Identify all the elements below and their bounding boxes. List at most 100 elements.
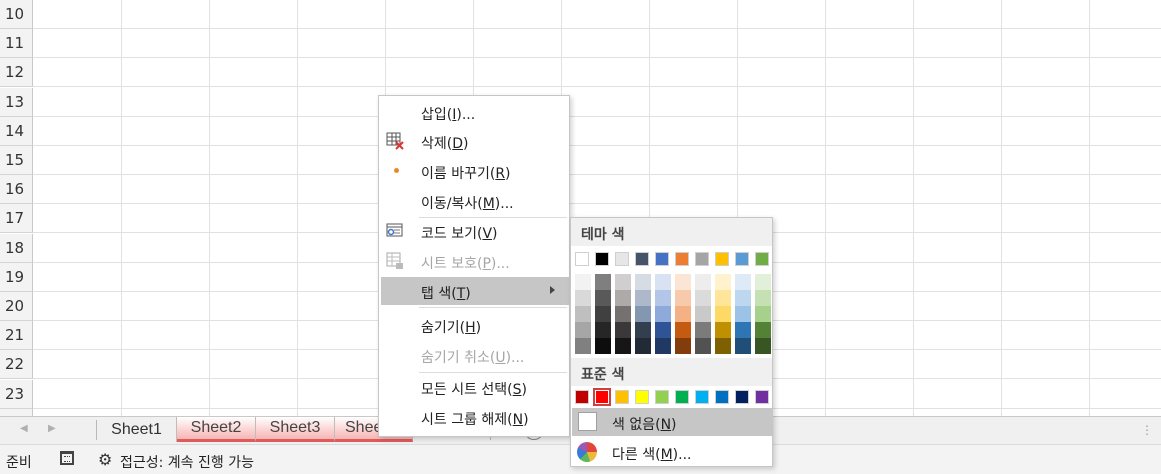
theme-color-swatch[interactable]	[755, 290, 771, 306]
sheet-tab[interactable]: Sheet2	[177, 417, 256, 442]
theme-color-swatch[interactable]	[695, 274, 711, 290]
theme-color-swatch[interactable]	[615, 338, 631, 354]
theme-color-swatch[interactable]	[575, 274, 591, 290]
theme-color-swatch[interactable]	[615, 322, 631, 338]
theme-color-swatch[interactable]	[595, 274, 611, 290]
standard-color-swatch[interactable]	[675, 390, 689, 404]
menu-item-ungroup-sheets[interactable]: 시트 그룹 해제(N)	[381, 403, 569, 431]
menu-item-hide[interactable]: 숨기기(H)	[381, 311, 569, 339]
menu-item-select-all-sheets[interactable]: 모든 시트 선택(S)	[381, 373, 569, 401]
more-colors-button[interactable]: 다른 색(M)...	[572, 438, 772, 466]
theme-color-swatch[interactable]	[715, 322, 731, 338]
theme-color-swatch[interactable]	[595, 306, 611, 322]
standard-color-swatch[interactable]	[655, 390, 669, 404]
standard-color-swatch[interactable]	[755, 390, 769, 404]
theme-color-swatch[interactable]	[655, 290, 671, 306]
theme-color-swatch[interactable]	[655, 338, 671, 354]
menu-item-rename[interactable]: 이름 바꾸기(R)	[381, 157, 569, 185]
theme-color-swatch[interactable]	[675, 274, 691, 290]
row-header[interactable]: 14	[0, 117, 33, 146]
row-header[interactable]: 24	[0, 409, 33, 416]
accessibility-icon[interactable]: ⚙	[98, 450, 112, 469]
theme-color-swatch[interactable]	[595, 322, 611, 338]
theme-color-swatch[interactable]	[615, 252, 629, 266]
theme-color-swatch[interactable]	[715, 338, 731, 354]
theme-color-swatch[interactable]	[715, 306, 731, 322]
standard-color-swatch[interactable]	[575, 390, 589, 404]
theme-color-swatch[interactable]	[655, 306, 671, 322]
theme-color-swatch[interactable]	[615, 306, 631, 322]
theme-color-swatch[interactable]	[695, 338, 711, 354]
menu-item-delete[interactable]: 삭제(D)	[381, 127, 569, 155]
theme-color-swatch[interactable]	[715, 252, 729, 266]
theme-color-swatch[interactable]	[635, 306, 651, 322]
theme-color-swatch[interactable]	[595, 252, 609, 266]
theme-color-swatch[interactable]	[595, 338, 611, 354]
row-header[interactable]: 17	[0, 204, 33, 233]
theme-color-swatch[interactable]	[695, 306, 711, 322]
sheet-tab[interactable]: Sheet3	[256, 417, 335, 442]
theme-color-swatch[interactable]	[635, 322, 651, 338]
theme-color-swatch[interactable]	[575, 306, 591, 322]
menu-item-insert[interactable]: 삽입(I)...	[381, 98, 569, 126]
theme-color-swatch[interactable]	[735, 338, 751, 354]
theme-color-swatch[interactable]	[755, 252, 769, 266]
theme-color-swatch[interactable]	[655, 252, 669, 266]
row-header[interactable]: 21	[0, 321, 33, 350]
theme-color-swatch[interactable]	[575, 290, 591, 306]
row-header[interactable]: 16	[0, 175, 33, 204]
menu-item-tab-color[interactable]: 탭 색(T)	[381, 277, 569, 305]
row-header[interactable]: 18	[0, 234, 33, 263]
theme-color-swatch[interactable]	[695, 322, 711, 338]
theme-color-swatch[interactable]	[675, 252, 689, 266]
theme-color-swatch[interactable]	[575, 338, 591, 354]
standard-color-swatch[interactable]	[695, 390, 709, 404]
theme-color-swatch[interactable]	[615, 290, 631, 306]
scroll-right-icon[interactable]: ▶	[48, 423, 56, 434]
theme-color-swatch[interactable]	[675, 306, 691, 322]
theme-color-swatch[interactable]	[635, 290, 651, 306]
row-header[interactable]: 13	[0, 88, 33, 117]
theme-color-swatch[interactable]	[695, 290, 711, 306]
theme-color-swatch[interactable]	[695, 252, 709, 266]
theme-color-swatch[interactable]	[635, 338, 651, 354]
theme-color-swatch[interactable]	[735, 274, 751, 290]
theme-color-swatch[interactable]	[715, 274, 731, 290]
theme-color-swatch[interactable]	[735, 306, 751, 322]
standard-color-swatch[interactable]	[735, 390, 749, 404]
accessibility-status[interactable]: 접근성: 계속 진행 가능	[120, 452, 254, 472]
theme-color-swatch[interactable]	[735, 290, 751, 306]
theme-color-swatch[interactable]	[755, 338, 771, 354]
row-header[interactable]: 19	[0, 263, 33, 292]
theme-color-swatch[interactable]	[675, 338, 691, 354]
resize-grip-icon[interactable]: ⋮	[1141, 423, 1153, 437]
theme-color-swatch[interactable]	[655, 274, 671, 290]
row-header[interactable]: 12	[0, 58, 33, 87]
row-header[interactable]: 10	[0, 0, 33, 29]
standard-color-swatch[interactable]	[635, 390, 649, 404]
row-header[interactable]: 22	[0, 350, 33, 379]
menu-item-move-copy[interactable]: 이동/복사(M)...	[381, 187, 569, 215]
theme-color-swatch[interactable]	[595, 290, 611, 306]
row-header[interactable]: 11	[0, 29, 33, 58]
theme-color-swatch[interactable]	[675, 290, 691, 306]
theme-color-swatch[interactable]	[635, 274, 651, 290]
theme-color-swatch[interactable]	[675, 322, 691, 338]
scroll-left-icon[interactable]: ◀	[20, 423, 28, 434]
theme-color-swatch[interactable]	[615, 274, 631, 290]
theme-color-swatch[interactable]	[735, 322, 751, 338]
menu-item-view-code[interactable]: 코드 보기(V)	[381, 217, 569, 245]
standard-color-swatch[interactable]	[715, 390, 729, 404]
standard-color-swatch[interactable]	[615, 390, 629, 404]
theme-color-swatch[interactable]	[735, 252, 749, 266]
theme-color-swatch[interactable]	[715, 290, 731, 306]
standard-color-swatch[interactable]	[593, 388, 611, 406]
theme-color-swatch[interactable]	[755, 274, 771, 290]
macro-record-icon[interactable]	[60, 451, 74, 465]
theme-color-swatch[interactable]	[655, 322, 671, 338]
theme-color-swatch[interactable]	[575, 252, 589, 266]
theme-color-swatch[interactable]	[575, 322, 591, 338]
row-header[interactable]: 20	[0, 292, 33, 321]
row-header[interactable]: 15	[0, 146, 33, 175]
row-header[interactable]: 23	[0, 380, 33, 409]
